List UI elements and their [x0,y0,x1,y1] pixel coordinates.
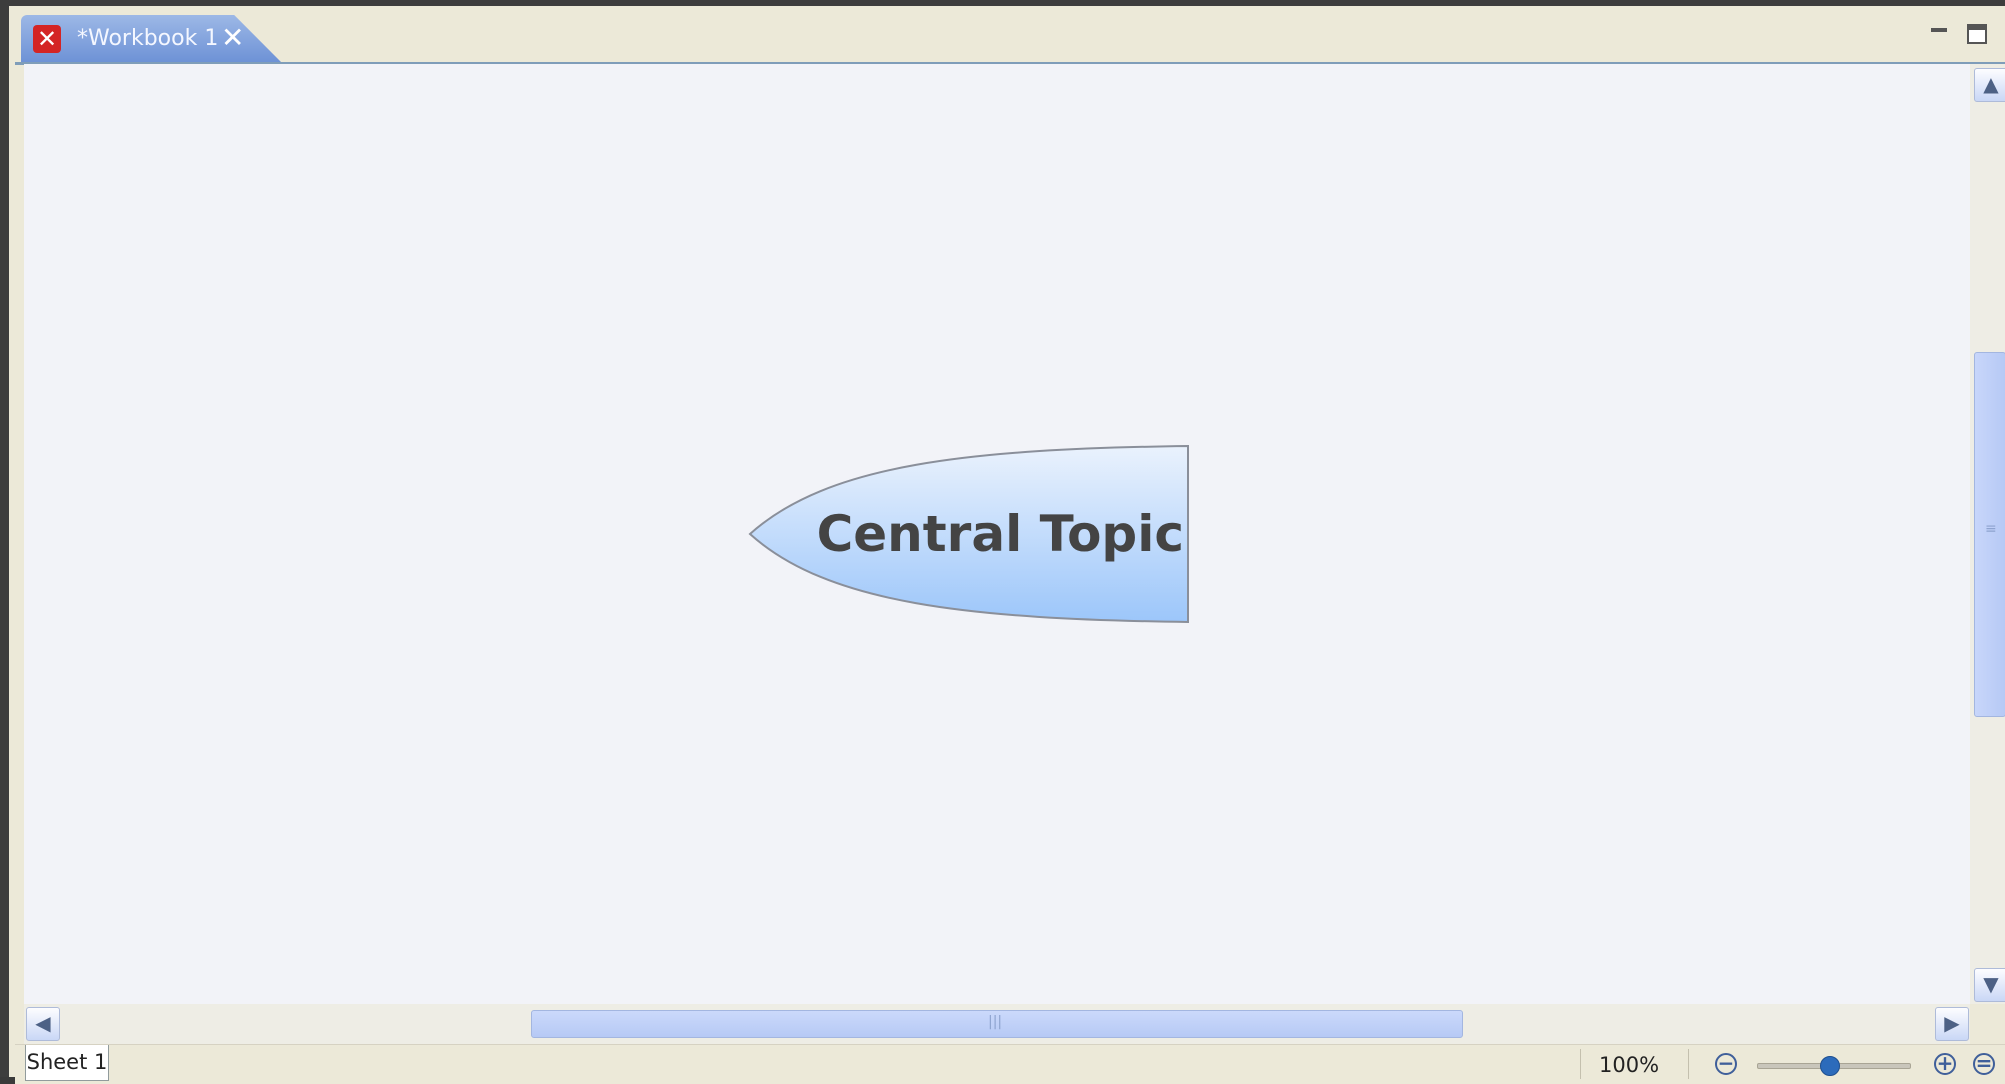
vertical-scroll-thumb[interactable]: ≡ [1974,352,2005,717]
zoom-fit-icon[interactable]: = [1973,1053,1995,1075]
tab-close-icon[interactable]: ✕ [221,21,244,54]
vertical-scrollbar[interactable]: ▲ ≡ ▼ [1970,64,2005,1004]
status-bar: Sheet 1 100% − + = [15,1044,2005,1084]
zoom-in-icon[interactable]: + [1934,1053,1956,1075]
sheet-tab-sheet-1[interactable]: Sheet 1 [25,1045,109,1081]
central-topic-label: Central Topic [816,505,1184,563]
grip-icon: ≡ [1985,521,1997,537]
maximize-icon[interactable] [1967,24,1987,44]
editor-tab-bar: ✕ *Workbook 1 ✕ [15,12,2005,65]
zoom-level: 100% [1599,1053,1660,1077]
horizontal-scroll-thumb[interactable]: ||| [531,1010,1463,1038]
mind-map-canvas[interactable]: Central Topic [24,64,1970,1004]
xmind-app-icon: ✕ [33,25,61,53]
divider [1580,1049,1581,1079]
scroll-left-button[interactable]: ◀ [26,1007,60,1041]
minimize-icon[interactable] [1929,20,1949,40]
horizontal-scrollbar[interactable]: ◀ ||| ▶ [24,1004,1970,1044]
central-topic[interactable]: Central Topic [748,444,1196,624]
scroll-right-button[interactable]: ▶ [1935,1007,1969,1041]
zoom-out-icon[interactable]: − [1715,1053,1737,1075]
scroll-up-button[interactable]: ▲ [1974,68,2005,102]
tab-title: *Workbook 1 [77,26,219,51]
grip-icon: ||| [988,1014,1003,1030]
divider [1688,1049,1689,1079]
editor-window: ✕ *Workbook 1 ✕ Central Topic ▲ ≡ ▼ ◀ ||… [0,0,2005,1084]
tab-workbook-1[interactable]: ✕ *Workbook 1 ✕ [21,15,281,62]
scroll-down-button[interactable]: ▼ [1974,968,2005,1002]
zoom-slider-handle[interactable] [1820,1056,1840,1076]
